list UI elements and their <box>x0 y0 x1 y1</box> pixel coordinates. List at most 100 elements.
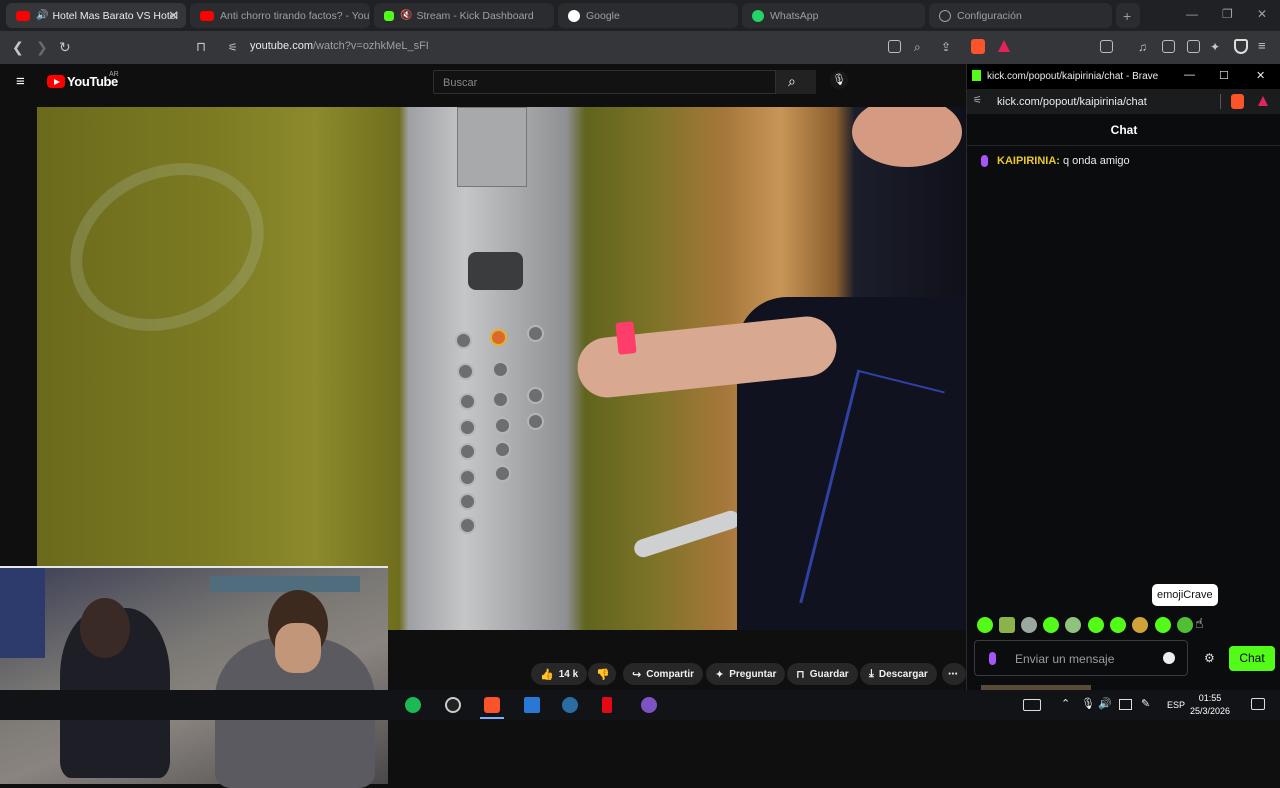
emoji-picker-icon[interactable] <box>1163 652 1175 664</box>
emoji-icon[interactable] <box>1065 617 1081 633</box>
elevator-button <box>459 517 476 534</box>
discord-icon[interactable] <box>641 697 657 713</box>
youtube-logo-icon[interactable] <box>47 75 65 88</box>
tab-title: Stream - Kick Dashboard <box>416 9 534 22</box>
chat-send-button[interactable]: Chat <box>1229 646 1275 671</box>
reader-icon[interactable] <box>1100 40 1113 53</box>
url-field[interactable]: youtube.com/watch?v=ozhkMeL_sFI <box>250 40 429 52</box>
vpn-shield-icon[interactable] <box>1234 39 1248 54</box>
music-icon[interactable]: ♫ <box>1138 40 1147 54</box>
brave-rewards-icon[interactable] <box>998 40 1010 52</box>
netflix-icon[interactable] <box>602 697 612 713</box>
search-button[interactable]: ⌕ <box>776 70 816 94</box>
tab-kick-dashboard[interactable]: 🔇 Stream - Kick Dashboard <box>374 3 554 28</box>
back-icon[interactable]: ❮ <box>12 39 24 56</box>
steam-icon[interactable] <box>562 697 578 713</box>
notification-icon[interactable] <box>1251 698 1265 710</box>
tab-title: Google <box>586 9 620 22</box>
tab-configuracion[interactable]: Configuración <box>929 3 1112 28</box>
cast-icon[interactable] <box>888 40 901 53</box>
sidebar-icon[interactable] <box>1162 40 1175 53</box>
tab-google[interactable]: Google <box>558 3 738 28</box>
forward-icon[interactable]: ❯ <box>36 39 48 56</box>
restore-icon[interactable]: ❐ <box>1222 7 1233 21</box>
emoji-icon[interactable] <box>999 617 1015 633</box>
ask-button[interactable]: ✦ Preguntar <box>706 663 786 685</box>
door-handle <box>631 508 743 560</box>
webcam-overlay <box>0 566 388 788</box>
search-input[interactable]: Buscar <box>433 70 776 94</box>
clock-time: 01:55 <box>1198 693 1222 703</box>
settings-gear-icon[interactable]: ⚙ <box>1204 651 1215 665</box>
bookmark-icon[interactable]: ⊓ <box>196 39 206 55</box>
network-icon[interactable] <box>1119 699 1132 710</box>
site-info-icon[interactable]: ⚟ <box>973 95 982 106</box>
menu-icon[interactable]: ≡ <box>1258 38 1266 53</box>
person-head <box>852 107 962 167</box>
taskbar-clock[interactable]: 01:55 25/3/2026 <box>1190 692 1230 718</box>
brave-shield-icon[interactable] <box>971 39 985 54</box>
chat-message-input[interactable]: Enviar un mensaje <box>974 640 1188 676</box>
elevator-button <box>459 443 476 460</box>
save-button[interactable]: ⊓ Guardar <box>787 663 858 685</box>
brave-shield-icon[interactable] <box>1231 94 1244 109</box>
zoom-icon[interactable]: ⌕ <box>914 40 921 55</box>
emoji-icon[interactable] <box>1132 617 1148 633</box>
close-window-icon[interactable]: ✕ <box>1256 69 1265 82</box>
chevron-up-icon[interactable]: ⌃ <box>1061 697 1070 710</box>
emoji-icon[interactable] <box>1021 617 1037 633</box>
microphone-icon[interactable]: 🎙 <box>830 71 848 89</box>
kick-icon <box>972 70 981 81</box>
elevator-button <box>494 465 511 482</box>
ask-label: Preguntar <box>729 668 777 680</box>
more-actions-button[interactable]: ⋯ <box>942 663 966 685</box>
new-tab-button[interactable]: + <box>1116 3 1140 28</box>
pen-icon[interactable]: ✎ <box>1141 697 1150 710</box>
tab-hotel[interactable]: 🔊 Hotel Mas Barato VS Hotel ✕ <box>6 3 186 28</box>
video-player[interactable] <box>37 107 966 630</box>
leo-ai-icon[interactable]: ✦ <box>1210 40 1220 54</box>
emoji-crave-icon[interactable] <box>1177 617 1193 633</box>
close-window-icon[interactable]: ✕ <box>1257 7 1267 21</box>
minimize-icon[interactable]: — <box>1184 69 1195 81</box>
language-indicator[interactable]: ESP <box>1167 700 1185 710</box>
tab-anti-chorro[interactable]: Anti chorro tirando factos? - YouT <box>190 3 370 28</box>
keyboard-icon[interactable] <box>1023 699 1041 711</box>
site-info-icon[interactable]: ⚟ <box>228 41 238 54</box>
elevator-button <box>492 361 509 378</box>
emoji-icon[interactable] <box>1110 617 1126 633</box>
chat-url[interactable]: kick.com/popout/kaipirinia/chat <box>997 96 1147 108</box>
like-button[interactable]: 👍 14 k <box>531 663 587 685</box>
gear-icon <box>939 9 951 22</box>
obs-icon[interactable] <box>445 697 461 713</box>
wallet-icon[interactable] <box>1187 40 1200 53</box>
brave-icon[interactable] <box>484 697 500 713</box>
chat-message-user[interactable]: KAIPIRINIA: <box>997 155 1060 167</box>
reload-icon[interactable]: ↻ <box>59 39 71 56</box>
share-button[interactable]: ↪ Compartir <box>623 663 704 685</box>
microphone-icon[interactable] <box>989 652 996 665</box>
plus-icon: + <box>1123 7 1132 24</box>
close-tab-icon[interactable]: ✕ <box>168 8 179 24</box>
elevator-button <box>527 413 544 430</box>
wristband <box>615 321 637 355</box>
maximize-icon[interactable]: ☐ <box>1219 69 1229 82</box>
file-explorer-icon[interactable] <box>524 697 540 713</box>
minimize-icon[interactable]: — <box>1186 7 1198 21</box>
download-button[interactable]: ⤓ Descargar <box>860 663 937 685</box>
volume-icon[interactable]: 🔊 <box>1098 697 1112 710</box>
emoji-icon[interactable] <box>1043 617 1059 633</box>
emoji-icon[interactable] <box>1088 617 1104 633</box>
spotify-icon[interactable] <box>405 697 421 713</box>
hamburger-menu-icon[interactable]: ≡ <box>16 73 25 90</box>
share-icon[interactable]: ⇪ <box>941 40 951 54</box>
emoji-icon[interactable] <box>1155 617 1171 633</box>
dislike-button[interactable]: 👎 <box>588 663 616 685</box>
microphone-icon[interactable]: 🎙 <box>1081 697 1095 710</box>
google-icon <box>568 9 580 22</box>
save-label: Guardar <box>809 668 849 680</box>
brave-rewards-icon[interactable] <box>1258 96 1268 106</box>
elevator-button <box>527 387 544 404</box>
tab-whatsapp[interactable]: WhatsApp <box>742 3 925 28</box>
emoji-icon[interactable] <box>977 617 993 633</box>
